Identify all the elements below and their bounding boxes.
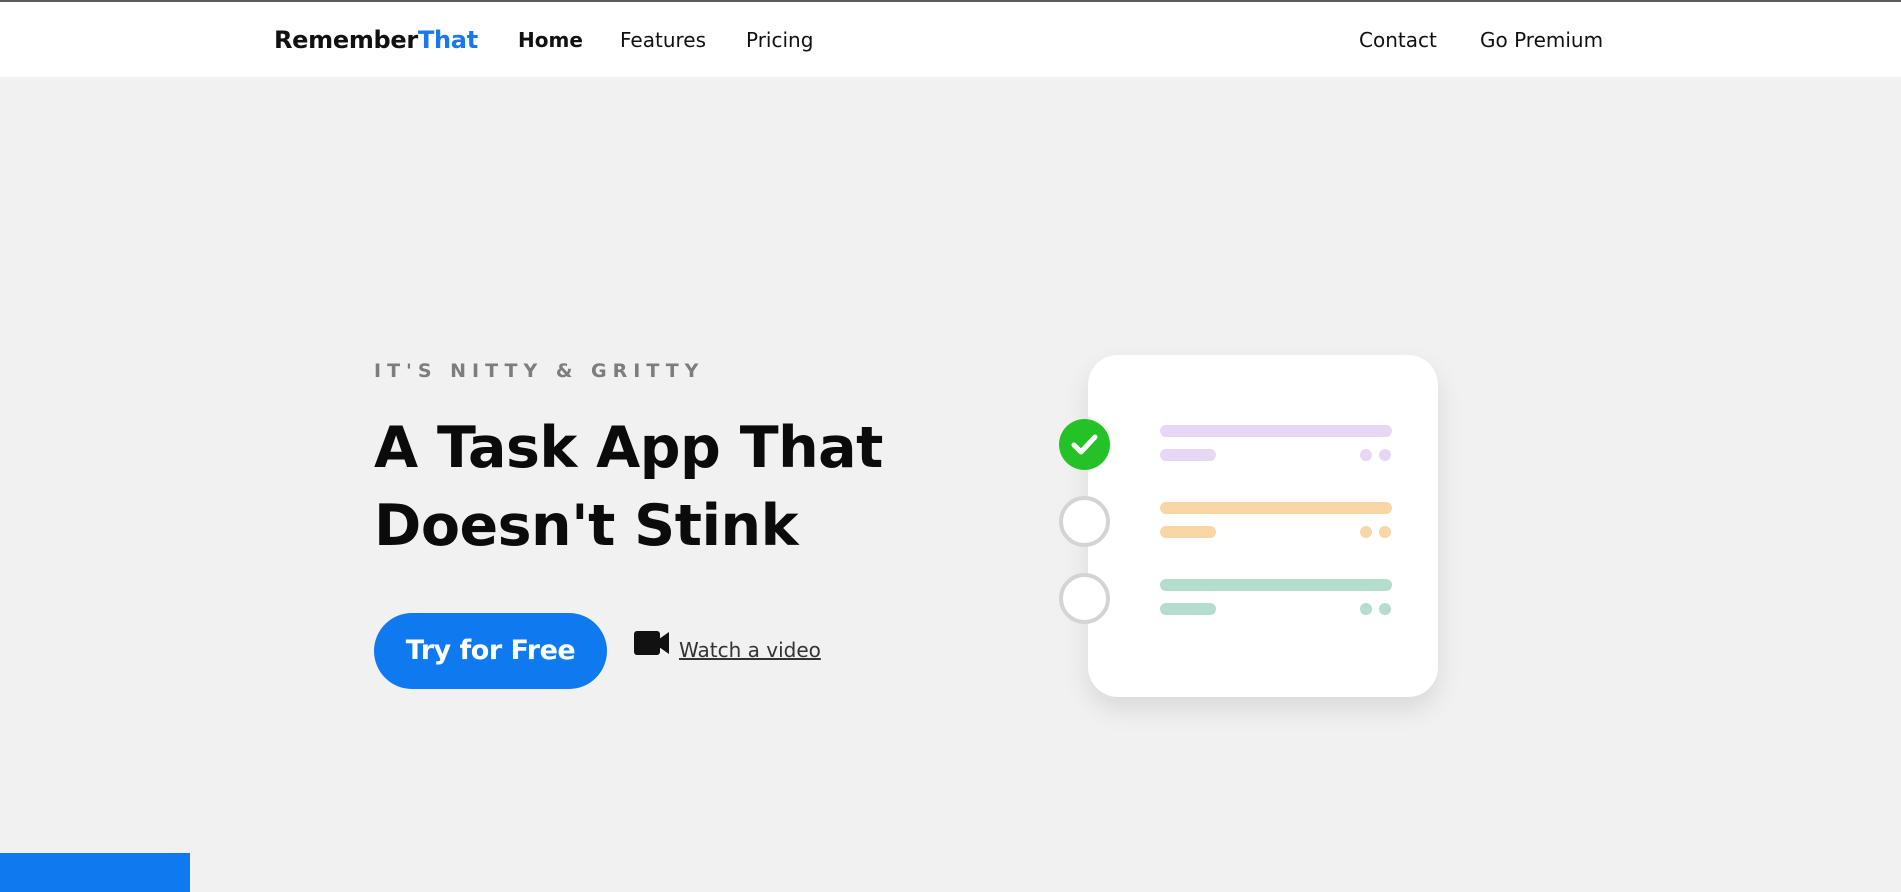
task-title-bar <box>1160 502 1392 514</box>
brand-name-accent: That <box>417 26 478 54</box>
nav-home-link[interactable]: Home <box>518 28 583 52</box>
empty-circle-icon <box>1059 496 1110 547</box>
task-meta-bar <box>1160 526 1216 538</box>
task-title-bar <box>1160 425 1392 437</box>
task-dot <box>1379 526 1391 538</box>
bottom-accent-block <box>0 853 190 892</box>
hero-title: A Task App That Doesn't Stink <box>374 415 883 559</box>
watch-video-label: Watch a video <box>679 638 821 662</box>
video-camera-icon <box>634 630 670 656</box>
try-for-free-button[interactable]: Try for Free <box>374 613 607 689</box>
task-title-bar <box>1160 579 1392 591</box>
nav-features-link[interactable]: Features <box>620 28 706 52</box>
task-card-illustration <box>1088 355 1438 697</box>
task-dot <box>1379 449 1391 461</box>
brand-logo[interactable]: RememberThat <box>274 26 478 54</box>
navbar: RememberThat Home Features Pricing Conta… <box>0 2 1901 77</box>
task-meta-bar <box>1160 449 1216 461</box>
check-icon <box>1071 434 1098 455</box>
task-dot <box>1379 603 1391 615</box>
empty-circle-icon <box>1059 573 1110 624</box>
hero-kicker: IT'S NITTY & GRITTY <box>374 360 705 382</box>
task-dot <box>1360 603 1372 615</box>
brand-name-primary: Remember <box>274 26 418 54</box>
nav-pricing-link[interactable]: Pricing <box>746 28 813 52</box>
nav-contact-link[interactable]: Contact <box>1359 28 1437 52</box>
task-dot <box>1360 449 1372 461</box>
nav-go-premium-link[interactable]: Go Premium <box>1480 28 1603 52</box>
task-dot <box>1360 526 1372 538</box>
task-meta-bar <box>1160 603 1216 615</box>
task-complete-circle <box>1059 419 1110 470</box>
